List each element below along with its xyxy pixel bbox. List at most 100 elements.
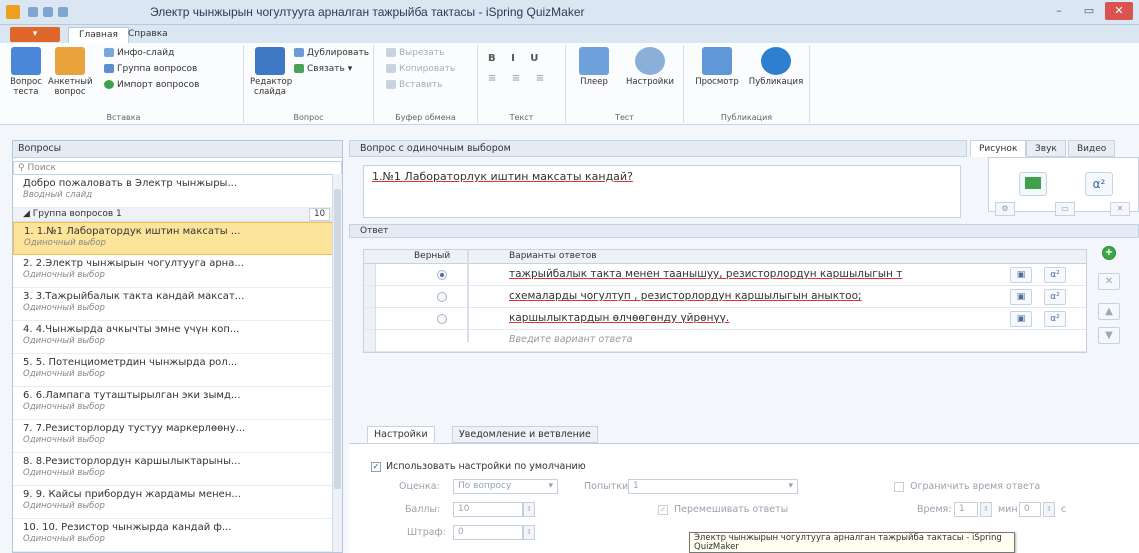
- list-item[interactable]: 10. 10. Резистор чынжырда кандай ф... Оди…: [13, 519, 342, 552]
- paste-button[interactable]: Вставить: [386, 80, 443, 90]
- picture-icon[interactable]: ▣: [1010, 289, 1032, 305]
- list-item[interactable]: 1. 1.№1 Лаборатордук иштин максаты ... Од…: [13, 222, 342, 255]
- picture-icon: [1025, 177, 1041, 189]
- row-handle[interactable]: [364, 308, 376, 329]
- publish-group: Просмотр Публикация Публикация: [684, 45, 810, 123]
- add-answer-button[interactable]: +: [1102, 246, 1116, 260]
- scissors-icon: [386, 48, 396, 57]
- question-group-row[interactable]: ◢ Группа вопросов 1 10: [13, 208, 342, 222]
- formula-icon[interactable]: α²: [1044, 267, 1066, 283]
- list-item[interactable]: 3. 3.Тажрыйбалык такта кандай максат... О…: [13, 288, 342, 321]
- copy-button[interactable]: Копировать: [386, 64, 455, 74]
- answer-option-text[interactable]: каршылыктардын өлчөөгөнду үйрөнүү.: [509, 312, 969, 324]
- duplicate-button[interactable]: Дублировать: [294, 48, 369, 58]
- clipboard-group-label: Буфер обмена: [395, 113, 456, 122]
- list-item[interactable]: 4. 4.Чынжырда ачкычты эмне үчүн коп... Од…: [13, 321, 342, 354]
- move-up-button[interactable]: ▲: [1098, 303, 1120, 320]
- answer-table-header: Верный Варианты ответов: [364, 250, 1086, 264]
- slide-editor-button[interactable]: Редактор слайда: [250, 47, 292, 97]
- correct-radio[interactable]: [437, 292, 447, 302]
- search-input[interactable]: ⚲ Поиск: [13, 161, 342, 175]
- seconds-stepper[interactable]: ⇕: [1043, 502, 1055, 517]
- limit-time-checkbox[interactable]: [894, 482, 904, 492]
- maximize-button[interactable]: ▭: [1075, 2, 1103, 20]
- attempts-select[interactable]: 1 ▾: [628, 479, 798, 494]
- question-group-button[interactable]: Группа вопросов: [104, 64, 197, 74]
- collapse-icon[interactable]: ◢: [23, 209, 33, 219]
- table-row[interactable]: схемаларды чогултуп , резисторлордун кар…: [364, 286, 1086, 308]
- penalty-stepper[interactable]: ⇕: [523, 525, 535, 540]
- settings-button[interactable]: Настройки: [624, 47, 676, 87]
- correct-radio[interactable]: [437, 270, 447, 280]
- new-answer-placeholder[interactable]: Введите вариант ответа: [509, 334, 632, 345]
- import-questions-button[interactable]: Импорт вопросов: [104, 80, 199, 90]
- gear-icon: [635, 47, 665, 75]
- move-down-button[interactable]: ▼: [1098, 327, 1120, 344]
- link-button[interactable]: Связать ▾: [294, 64, 352, 74]
- time-seconds-field[interactable]: 0: [1019, 502, 1041, 517]
- tab-video[interactable]: Видео: [1068, 140, 1116, 157]
- penalty-field[interactable]: 0: [453, 525, 523, 540]
- row-handle[interactable]: [364, 264, 376, 285]
- list-item[interactable]: 2. 2.Электр чынжырын чогултууга арна... О…: [13, 255, 342, 288]
- list-item[interactable]: 8. 8.Резисторлордун каршылыктарыны... Оди…: [13, 453, 342, 486]
- list-item[interactable]: 9. 9. Кайсы прибордун жардамы менен... Од…: [13, 486, 342, 519]
- quiz-question-button[interactable]: Вопрос теста: [6, 47, 46, 97]
- tab-feedback-branching[interactable]: Уведомление и ветвление: [452, 426, 598, 443]
- time-minutes-field[interactable]: 1: [954, 502, 978, 517]
- cut-button[interactable]: Вырезать: [386, 48, 444, 58]
- table-row[interactable]: тажрыйбалык такта менен таанышуу, резист…: [364, 264, 1086, 286]
- tab-sound[interactable]: Звук: [1026, 140, 1066, 157]
- new-answer-row[interactable]: Введите вариант ответа: [364, 330, 1086, 352]
- formula-icon[interactable]: α²: [1044, 289, 1066, 305]
- points-stepper[interactable]: ⇕: [523, 502, 535, 517]
- picture-settings-button[interactable]: ⚙: [995, 202, 1015, 216]
- list-item[interactable]: 5. 5. Потенциометрдин чынжырда рол... Оди…: [13, 354, 342, 387]
- tab-help[interactable]: Справка: [118, 27, 178, 43]
- scrollbar[interactable]: [332, 174, 342, 552]
- table-row[interactable]: каршылыктардын өлчөөгөнду үйрөнүү. ▣ α²: [364, 308, 1086, 330]
- question-text-field[interactable]: 1.№1 Лабораторлук иштин максаты кандай?: [363, 165, 961, 218]
- open-picture-button[interactable]: ▭: [1055, 202, 1075, 216]
- row-handle[interactable]: [364, 286, 376, 307]
- list-item[interactable]: 7. 7.Резисторлорду тустуу маркерлөөну...…: [13, 420, 342, 453]
- insert-picture-button[interactable]: [1019, 172, 1047, 196]
- welcome-slide[interactable]: Добро пожаловать в Электр чынжыры... Вво…: [13, 175, 342, 208]
- tab-picture[interactable]: Рисунок: [970, 140, 1027, 157]
- scrollbar-thumb[interactable]: [334, 189, 341, 489]
- use-default-checkbox[interactable]: ✓: [371, 462, 381, 472]
- answer-option-text[interactable]: тажрыйбалык такта менен таанышуу, резист…: [509, 268, 969, 280]
- new-file-icon[interactable]: [58, 7, 68, 17]
- points-field[interactable]: 10: [453, 502, 523, 517]
- minimize-button[interactable]: –: [1045, 2, 1073, 20]
- minutes-stepper[interactable]: ⇕: [980, 502, 992, 517]
- group-count[interactable]: 10: [309, 208, 330, 221]
- globe-icon: [761, 47, 791, 75]
- info-slide-button[interactable]: Инфо-слайд: [104, 48, 174, 58]
- close-button[interactable]: ✕: [1105, 2, 1133, 20]
- survey-question-button[interactable]: Анкетный вопрос: [48, 47, 92, 97]
- app-icon[interactable]: [6, 5, 20, 19]
- save-icon[interactable]: [28, 7, 38, 17]
- import-icon: [104, 80, 114, 89]
- insert-formula-button[interactable]: α²: [1085, 172, 1113, 196]
- delete-picture-button[interactable]: ✕: [1110, 202, 1130, 216]
- tab-settings[interactable]: Настройки: [367, 426, 435, 443]
- open-folder-icon[interactable]: [43, 7, 53, 17]
- delete-answer-button[interactable]: ✕: [1098, 273, 1120, 290]
- text-format-buttons[interactable]: B I U: [488, 53, 544, 64]
- paragraph-buttons[interactable]: ≡ ≡ ≡: [488, 73, 550, 84]
- formula-icon[interactable]: α²: [1044, 311, 1066, 327]
- slide-title: Добро пожаловать в Электр чынжыры...: [23, 178, 237, 189]
- correct-radio[interactable]: [437, 314, 447, 324]
- shuffle-checkbox[interactable]: ✓: [658, 505, 668, 515]
- picture-icon[interactable]: ▣: [1010, 267, 1032, 283]
- file-menu-button[interactable]: ▾: [10, 27, 60, 42]
- player-button[interactable]: Плеер: [574, 47, 614, 87]
- publish-button[interactable]: Публикация: [746, 47, 806, 87]
- score-select[interactable]: По вопросу ▾: [453, 479, 558, 494]
- picture-icon[interactable]: ▣: [1010, 311, 1032, 327]
- list-item[interactable]: 6. 6.Лампага туташтырылган эки зымд... Од…: [13, 387, 342, 420]
- answer-option-text[interactable]: схемаларды чогултуп , резисторлордун кар…: [509, 290, 969, 302]
- preview-button[interactable]: Просмотр: [692, 47, 742, 87]
